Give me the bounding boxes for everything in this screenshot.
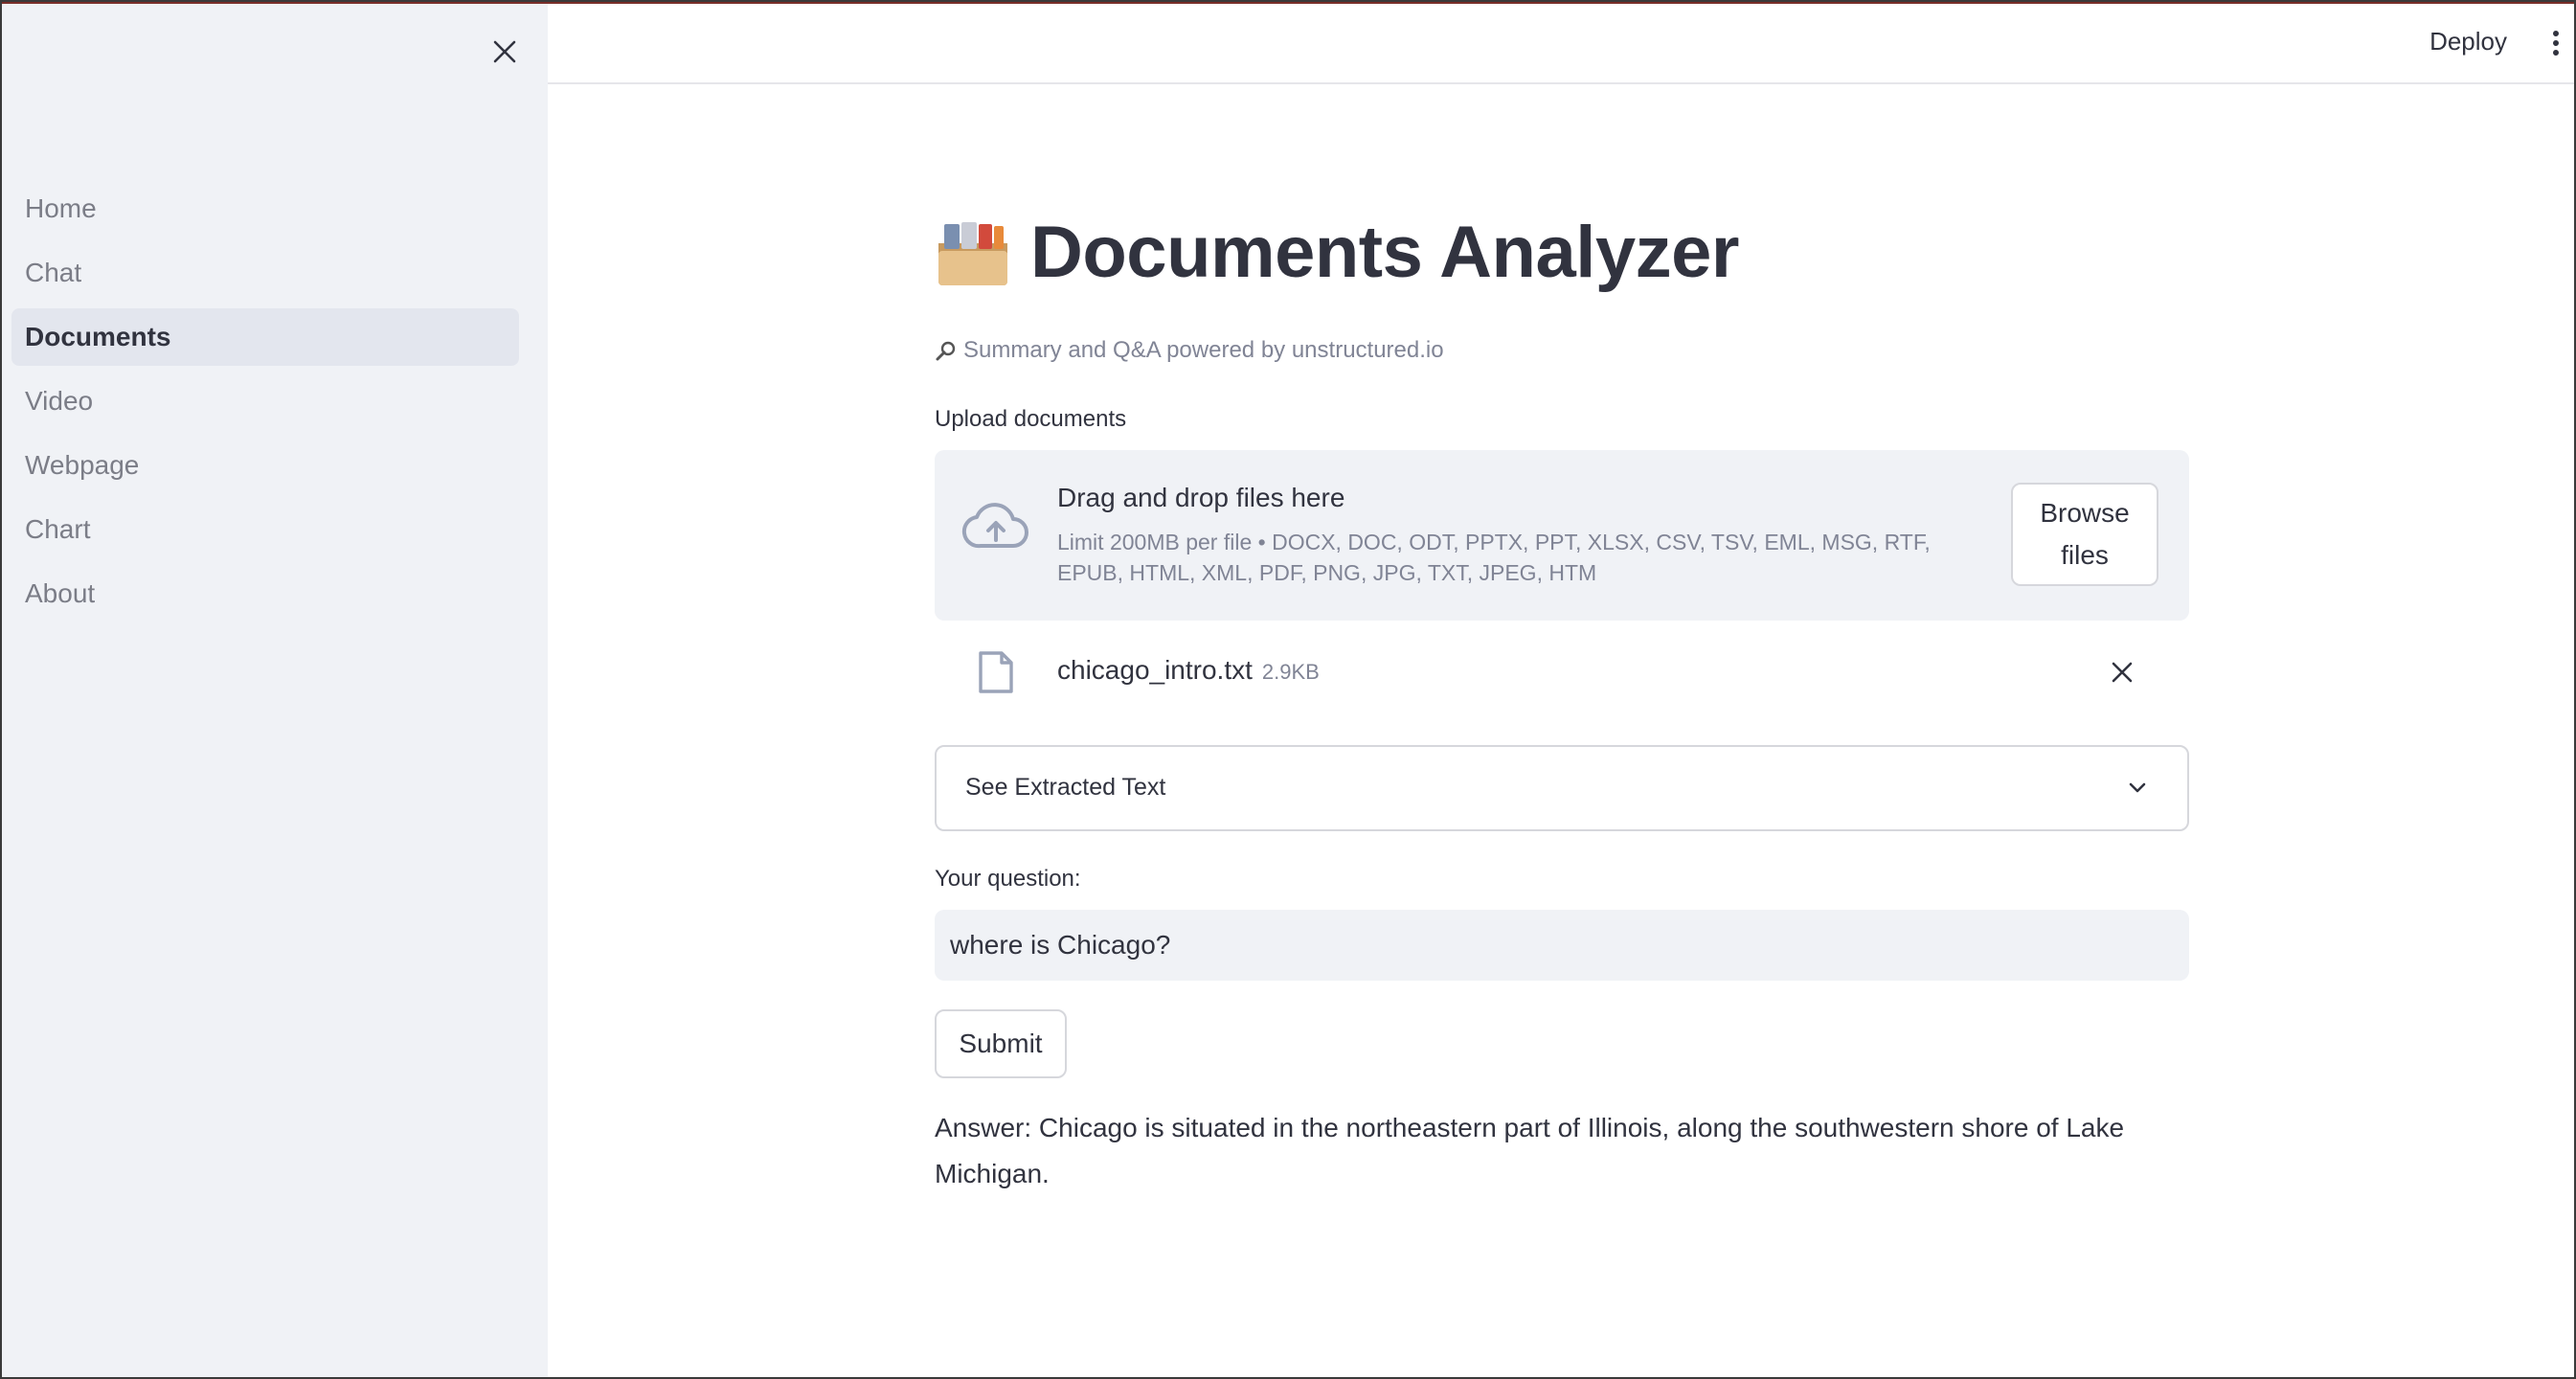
sidebar-item-video[interactable]: Video bbox=[11, 373, 519, 430]
chevron-down-icon bbox=[2129, 782, 2146, 793]
file-icon bbox=[979, 651, 1013, 693]
kebab-menu-icon bbox=[2553, 31, 2559, 36]
remove-file-button[interactable] bbox=[2103, 653, 2141, 691]
browse-files-button[interactable]: Browse files bbox=[2011, 483, 2158, 586]
close-icon bbox=[493, 40, 516, 63]
submit-button[interactable]: Submit bbox=[935, 1009, 1067, 1078]
app-header: Deploy bbox=[548, 4, 2574, 84]
caption-text: Summary and Q&A powered by unstructured.… bbox=[963, 337, 1444, 363]
card-file-box-icon bbox=[938, 221, 1007, 285]
page-title: Documents Analyzer bbox=[1030, 212, 1739, 293]
sidebar-item-about[interactable]: About bbox=[11, 565, 519, 622]
file-name-text: chicago_intro.txt bbox=[1057, 655, 1253, 685]
file-dropzone[interactable]: Drag and drop files here Limit 200MB per… bbox=[935, 450, 2189, 621]
sidebar: Home Chat Documents Video Webpage Chart … bbox=[2, 4, 548, 1377]
deploy-button[interactable]: Deploy bbox=[2429, 27, 2507, 57]
main-menu-button[interactable] bbox=[2549, 31, 2563, 59]
sidebar-item-home[interactable]: Home bbox=[11, 180, 519, 237]
magnifier-icon bbox=[936, 341, 956, 361]
close-icon bbox=[2112, 662, 2133, 683]
answer-text: Answer: Chicago is situated in the north… bbox=[935, 1113, 2125, 1188]
dropzone-title: Drag and drop files here bbox=[1057, 483, 1345, 512]
file-size: 2.9KB bbox=[1261, 660, 1320, 684]
sidebar-item-chat[interactable]: Chat bbox=[11, 244, 519, 302]
uploaded-file-row: chicago_intro.txt 2.9KB bbox=[935, 642, 2189, 703]
sidebar-item-documents[interactable]: Documents bbox=[11, 308, 519, 366]
page-caption: Summary and Q&A powered by unstructured.… bbox=[935, 337, 1444, 364]
sidebar-item-webpage[interactable]: Webpage bbox=[11, 437, 519, 494]
extracted-text-expander[interactable]: See Extracted Text bbox=[935, 745, 2189, 831]
kebab-menu-dot bbox=[2553, 40, 2559, 46]
question-input[interactable] bbox=[935, 910, 2189, 981]
cloud-upload-icon bbox=[961, 503, 1028, 549]
page-title-row: Documents Analyzer bbox=[935, 211, 1739, 294]
upload-label: Upload documents bbox=[935, 406, 1127, 432]
sidebar-item-chart[interactable]: Chart bbox=[11, 501, 519, 558]
expander-label: See Extracted Text bbox=[965, 774, 1166, 801]
file-name: chicago_intro.txt 2.9KB bbox=[1057, 655, 1320, 686]
question-label: Your question: bbox=[935, 866, 1081, 892]
kebab-menu-dot bbox=[2553, 50, 2559, 56]
close-sidebar-button[interactable] bbox=[486, 33, 524, 71]
dropzone-limit-text: Limit 200MB per file • DOCX, DOC, ODT, P… bbox=[1057, 530, 1931, 585]
sidebar-nav: Home Chat Documents Video Webpage Chart … bbox=[11, 180, 519, 629]
